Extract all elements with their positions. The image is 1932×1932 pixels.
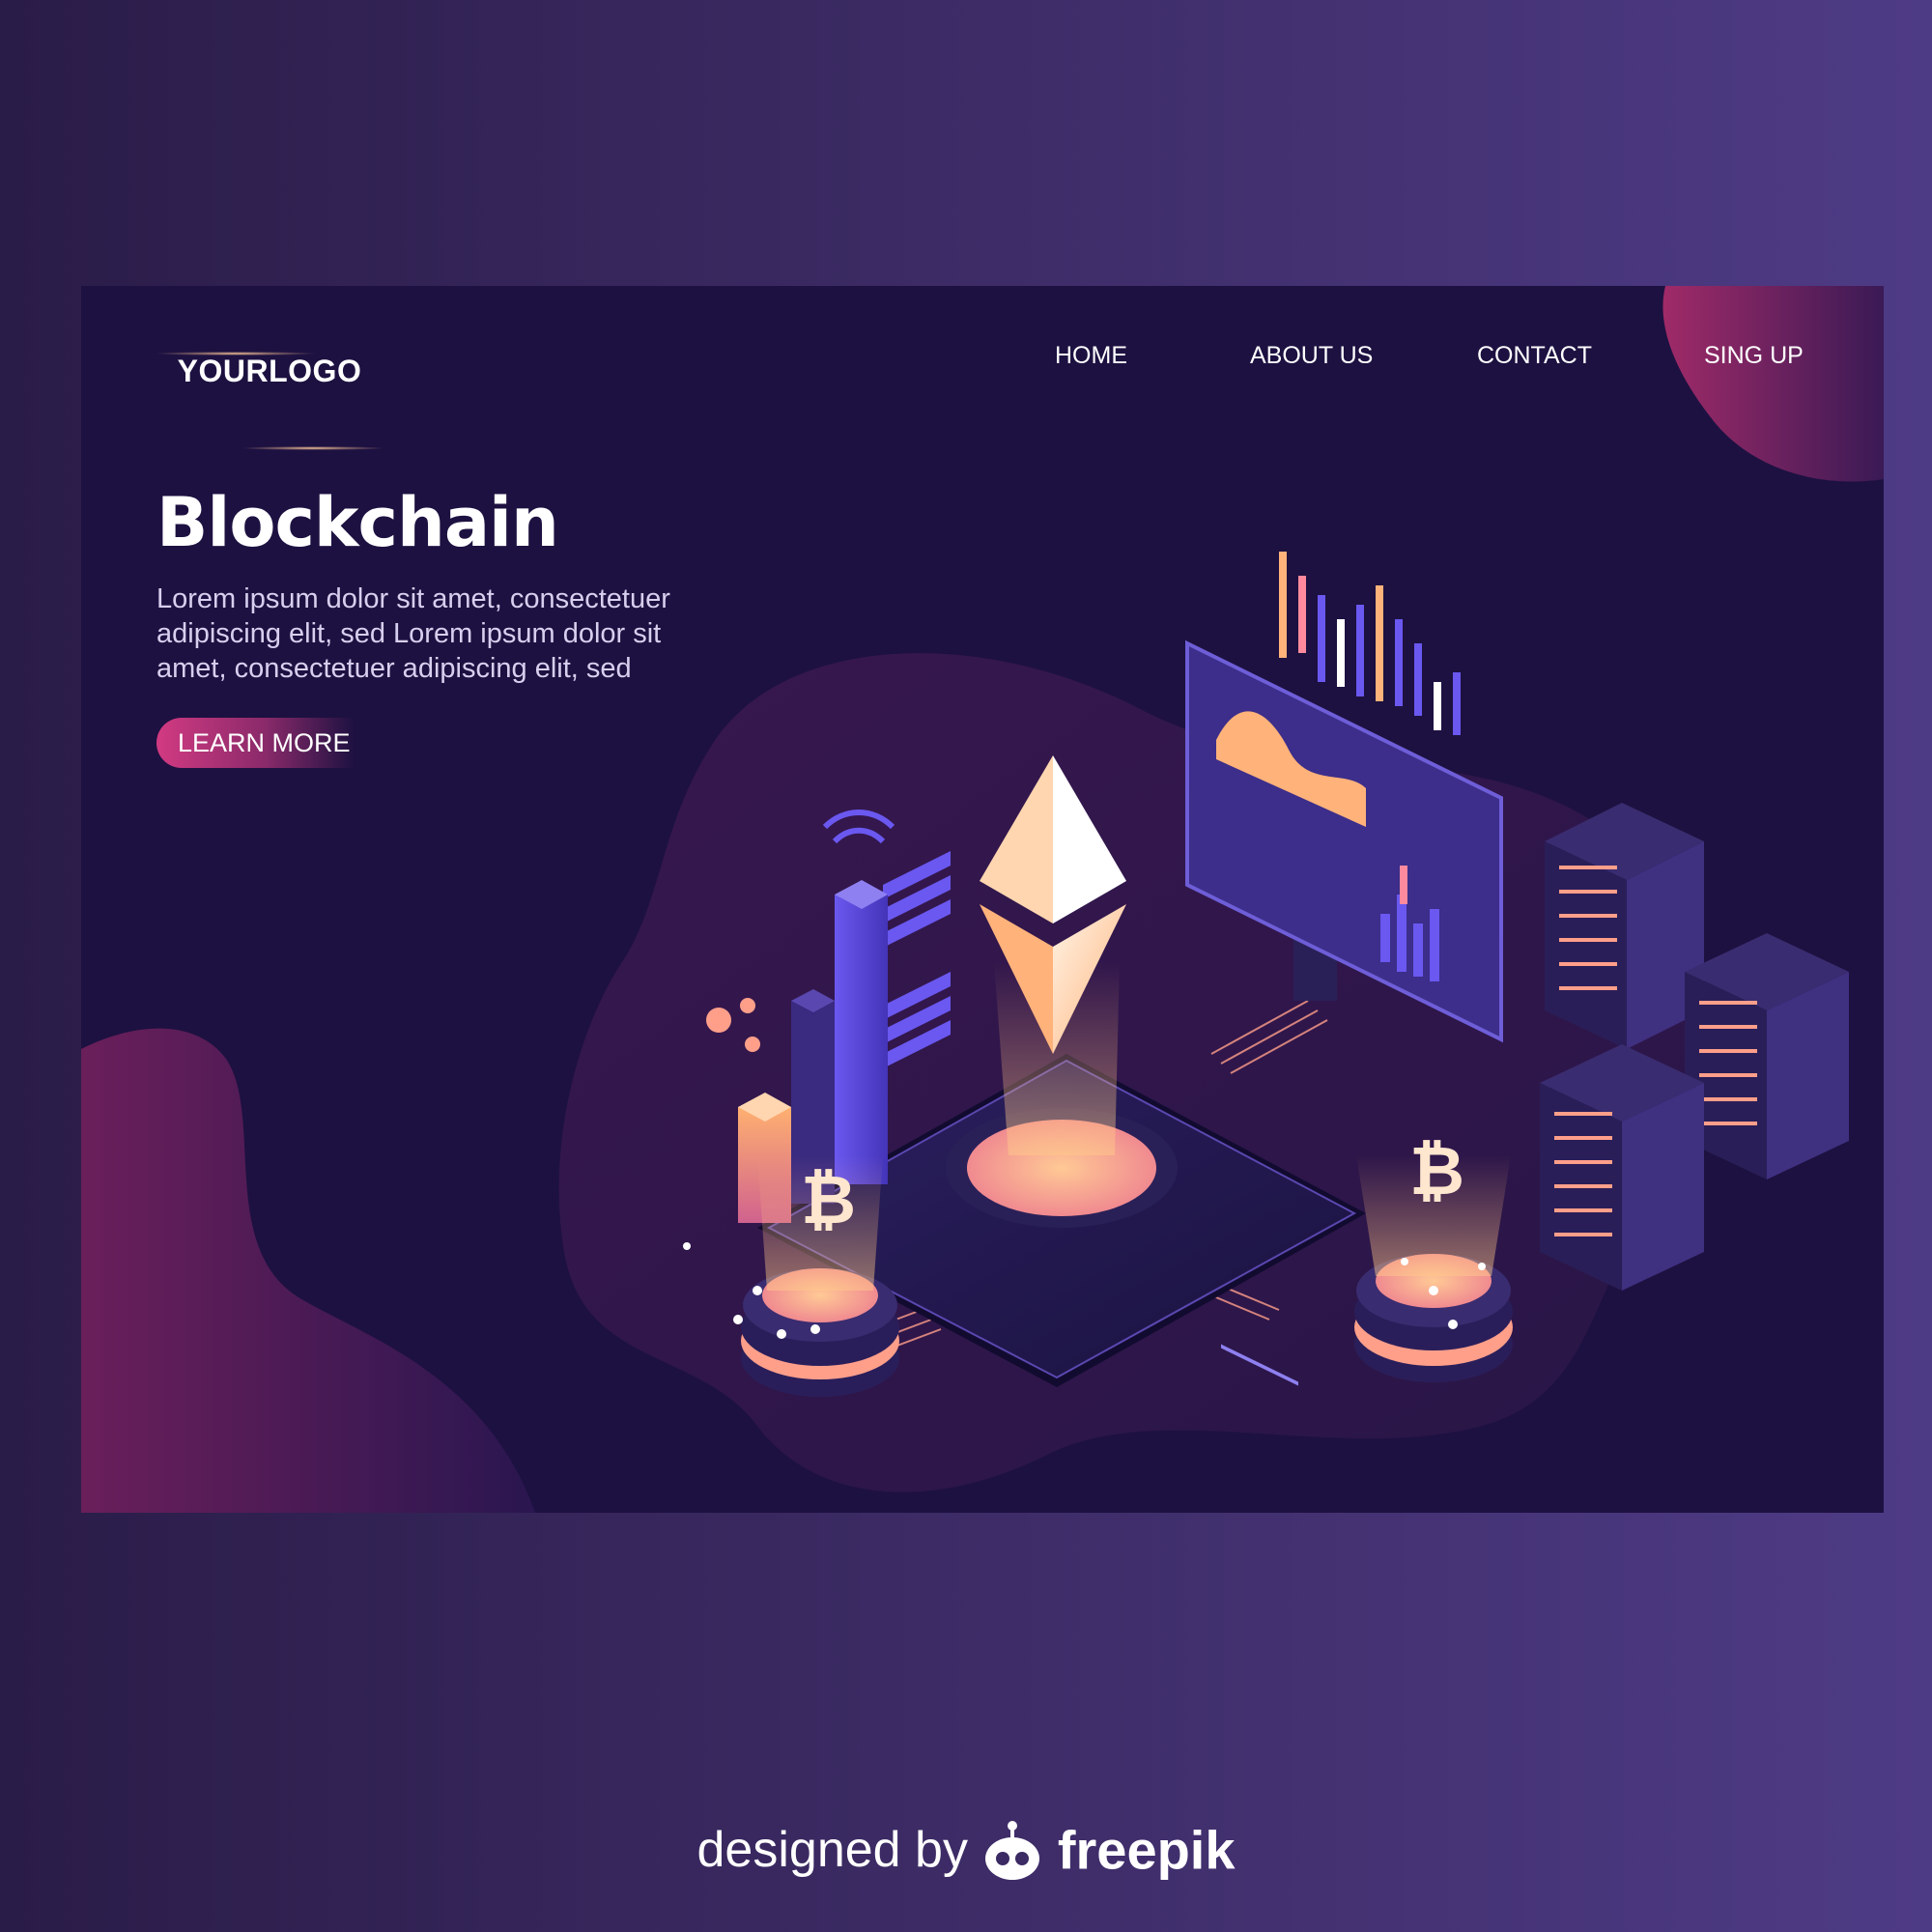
hero-title: Blockchain — [156, 483, 559, 562]
nav-sign-up[interactable]: SING UP — [1704, 336, 1804, 375]
wifi-icon — [822, 810, 895, 844]
credit-prefix: designed by — [696, 1822, 968, 1878]
main-nav: HOME ABOUT US CONTACT SING UP — [81, 336, 1884, 375]
svg-text:₿: ₿ — [1409, 1131, 1464, 1210]
server-rack-2 — [1685, 933, 1849, 1179]
nav-contact[interactable]: CONTACT — [1477, 336, 1592, 375]
freepik-logo-icon — [981, 1816, 1043, 1884]
logo-glow-bottom — [241, 446, 385, 450]
learn-more-button[interactable]: LEARN MORE — [156, 718, 355, 768]
nav-home[interactable]: HOME — [1055, 336, 1127, 375]
credit-brand[interactable]: freepik — [1058, 1820, 1236, 1881]
designer-credit: designed by freepik — [0, 1816, 1932, 1884]
landing-page-card: ₿ ₿ YOURLOGO HOME ABOUT US CONTACT SING … — [81, 286, 1884, 1513]
nav-about-us[interactable]: ABOUT US — [1250, 336, 1373, 375]
hero-body-text: Lorem ipsum dolor sit amet, consectetuer… — [156, 583, 670, 684]
blockchain-illustration: ₿ ₿ — [683, 552, 1849, 1397]
server-rack-3 — [1540, 1044, 1704, 1291]
server-rack-1 — [1545, 803, 1704, 1049]
gear-icon — [706, 998, 760, 1052]
svg-text:₿: ₿ — [801, 1160, 856, 1239]
